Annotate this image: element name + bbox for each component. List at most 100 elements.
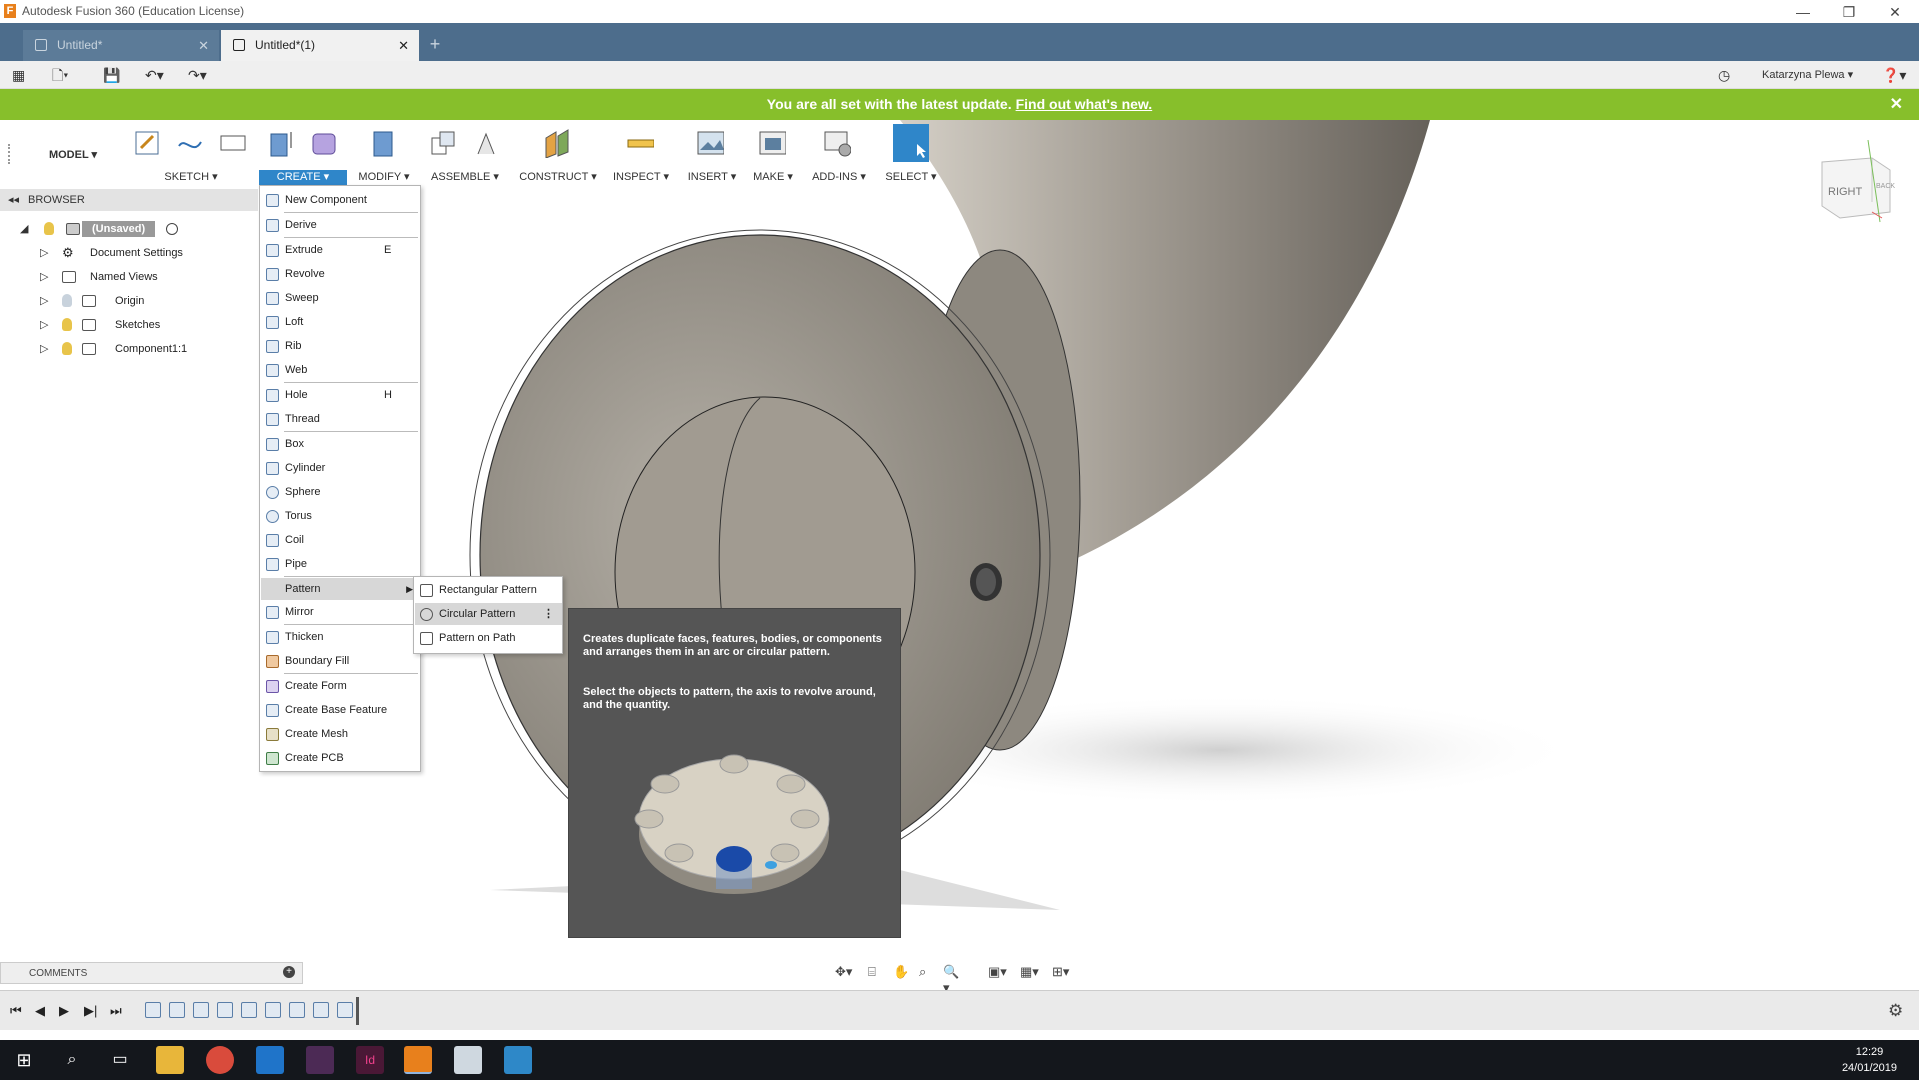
menu-item-pattern[interactable]: Pattern ▶ [261, 578, 419, 600]
menu-item-loft[interactable]: Loft [261, 311, 419, 333]
menu-item-sphere[interactable]: Sphere [261, 481, 419, 503]
app-taskbar-icon[interactable] [454, 1046, 482, 1074]
step-back-icon[interactable]: ◀ [35, 1003, 45, 1019]
workspace-switcher[interactable]: MODEL ▾ [18, 148, 128, 161]
timeline-marker[interactable] [356, 997, 359, 1025]
browser-item-root[interactable]: ◢ (Unsaved) [20, 219, 190, 239]
timeline-feature-extrude[interactable] [241, 1002, 257, 1018]
menu-item-create-form[interactable]: Create Form [261, 675, 419, 697]
scripts-addins-icon[interactable] [823, 128, 851, 158]
offset-plane-icon[interactable] [542, 128, 570, 158]
modify-group-label[interactable]: MODIFY ▾ [354, 170, 414, 185]
data-panel-grid-icon[interactable]: ▦ [12, 66, 25, 84]
menu-item-box[interactable]: Box [261, 433, 419, 455]
add-comment-icon[interactable]: + [283, 966, 295, 978]
zoom-icon[interactable]: ⌕ [919, 964, 935, 980]
menu-item-derive[interactable]: Derive [261, 214, 419, 236]
indesign-icon[interactable]: Id [356, 1046, 384, 1074]
expand-triangle-icon[interactable]: ▷ [40, 315, 48, 335]
expand-triangle-icon[interactable]: ▷ [40, 291, 48, 311]
fit-zoom-icon[interactable]: 🔍▾ [943, 964, 959, 995]
close-tab-icon[interactable]: ✕ [398, 30, 409, 61]
menu-item-web[interactable]: Web [261, 359, 419, 381]
windows-start-icon[interactable]: ⊞ [10, 1046, 38, 1074]
menu-item-rib[interactable]: Rib [261, 335, 419, 357]
inspect-group-label[interactable]: INSPECT ▾ [610, 170, 672, 185]
menu-item-mirror[interactable]: Mirror [261, 601, 419, 623]
visibility-bulb-icon[interactable] [62, 318, 72, 331]
new-component-icon[interactable] [428, 128, 456, 158]
viewports-icon[interactable]: ⊞▾ [1052, 964, 1069, 980]
close-window-button[interactable]: ✕ [1872, 2, 1918, 22]
tab-untitled-1[interactable]: Untitled*(1) ✕ [221, 30, 419, 61]
step-forward-icon[interactable]: ▶| [84, 1003, 97, 1019]
form-icon[interactable] [310, 128, 338, 158]
make-3d-print-icon[interactable] [758, 128, 786, 158]
play-icon[interactable]: ▶ [59, 1003, 69, 1019]
user-account-menu[interactable]: Katarzyna Plewa ▾ [1762, 68, 1853, 81]
visibility-bulb-icon[interactable] [44, 222, 54, 235]
menu-item-circular-pattern[interactable]: Circular Pattern ⋮ [415, 603, 562, 625]
collapse-triangle-icon[interactable]: ◢ [20, 219, 28, 239]
construct-group-label[interactable]: CONSTRUCT ▾ [518, 170, 598, 185]
menu-item-torus[interactable]: Torus [261, 505, 419, 527]
timeline-feature-sketch[interactable] [265, 1002, 281, 1018]
timeline-feature-extrude[interactable] [289, 1002, 305, 1018]
menu-item-create-pcb[interactable]: Create PCB [261, 747, 419, 769]
menu-item-thread[interactable]: Thread [261, 408, 419, 430]
file-explorer-icon[interactable] [156, 1046, 184, 1074]
menu-item-sweep[interactable]: Sweep [261, 287, 419, 309]
go-to-end-icon[interactable]: ⏭ [110, 1003, 122, 1019]
menu-item-create-mesh[interactable]: Create Mesh [261, 723, 419, 745]
pan-hand-icon[interactable]: ✋ [893, 964, 909, 980]
slack-icon[interactable] [306, 1046, 334, 1074]
collapse-browser-icon[interactable]: ◂◂ [8, 189, 19, 211]
menu-item-hole[interactable]: Hole H [261, 384, 419, 406]
restore-button[interactable]: ❐ [1826, 2, 1872, 22]
sketch-group-label[interactable]: SKETCH ▾ [160, 170, 222, 185]
expand-triangle-icon[interactable]: ▷ [40, 267, 48, 287]
timeline-settings-gear-icon[interactable]: ⚙ [1888, 1001, 1903, 1021]
expand-triangle-icon[interactable]: ▷ [40, 339, 48, 359]
timeline-feature-sketch[interactable] [145, 1002, 161, 1018]
menu-item-create-base-feature[interactable]: Create Base Feature [261, 699, 419, 721]
menu-item-rectangular-pattern[interactable]: Rectangular Pattern [415, 579, 562, 601]
edge-icon[interactable] [256, 1046, 284, 1074]
redo-icon[interactable]: ↷▾ [188, 66, 207, 84]
insert-image-icon[interactable] [696, 128, 724, 158]
visibility-bulb-icon[interactable] [62, 342, 72, 355]
create-group-label[interactable]: CREATE ▾ [259, 170, 347, 185]
grid-settings-icon[interactable]: ▦▾ [1020, 964, 1039, 980]
timeline-feature-hole[interactable] [337, 1002, 353, 1018]
extrude-icon[interactable] [267, 128, 295, 158]
photos-icon[interactable] [504, 1046, 532, 1074]
close-banner-icon[interactable]: ✕ [1890, 94, 1903, 114]
joint-icon[interactable] [472, 128, 500, 158]
menu-item-new-component[interactable]: New Component [261, 189, 419, 211]
activate-radio-icon[interactable] [166, 223, 178, 235]
timeline-feature-sketch[interactable] [217, 1002, 233, 1018]
browser-header[interactable]: ◂◂ BROWSER [0, 189, 258, 211]
menu-item-pipe[interactable]: Pipe [261, 553, 419, 575]
fusion360-taskbar-icon[interactable] [404, 1046, 432, 1074]
addins-group-label[interactable]: ADD-INS ▾ [810, 170, 868, 185]
undo-icon[interactable]: ↶▾ [145, 66, 164, 84]
timeline-feature-sweep[interactable] [193, 1002, 209, 1018]
more-options-icon[interactable]: ⋮ [543, 603, 554, 625]
job-status-clock-icon[interactable]: ◷ [1718, 66, 1730, 84]
select-tool-icon[interactable] [893, 124, 929, 162]
go-to-start-icon[interactable]: ⏮ [10, 1003, 22, 1019]
file-menu-icon[interactable]: 🗋▾ [52, 66, 68, 84]
menu-item-revolve[interactable]: Revolve [261, 263, 419, 285]
menu-item-cylinder[interactable]: Cylinder [261, 457, 419, 479]
system-clock[interactable]: 12:29 24/01/2019 [1842, 1044, 1897, 1076]
save-icon[interactable]: 💾 [103, 66, 120, 84]
expand-triangle-icon[interactable]: ▷ [40, 243, 48, 263]
select-group-label[interactable]: SELECT ▾ [883, 170, 939, 185]
measure-icon[interactable] [626, 128, 654, 158]
task-view-icon[interactable]: ▭ [106, 1046, 134, 1074]
rectangle-tool-icon[interactable] [218, 128, 246, 158]
minimize-button[interactable]: — [1780, 2, 1826, 22]
assemble-group-label[interactable]: ASSEMBLE ▾ [428, 170, 502, 185]
timeline-feature-sketch[interactable] [313, 1002, 329, 1018]
